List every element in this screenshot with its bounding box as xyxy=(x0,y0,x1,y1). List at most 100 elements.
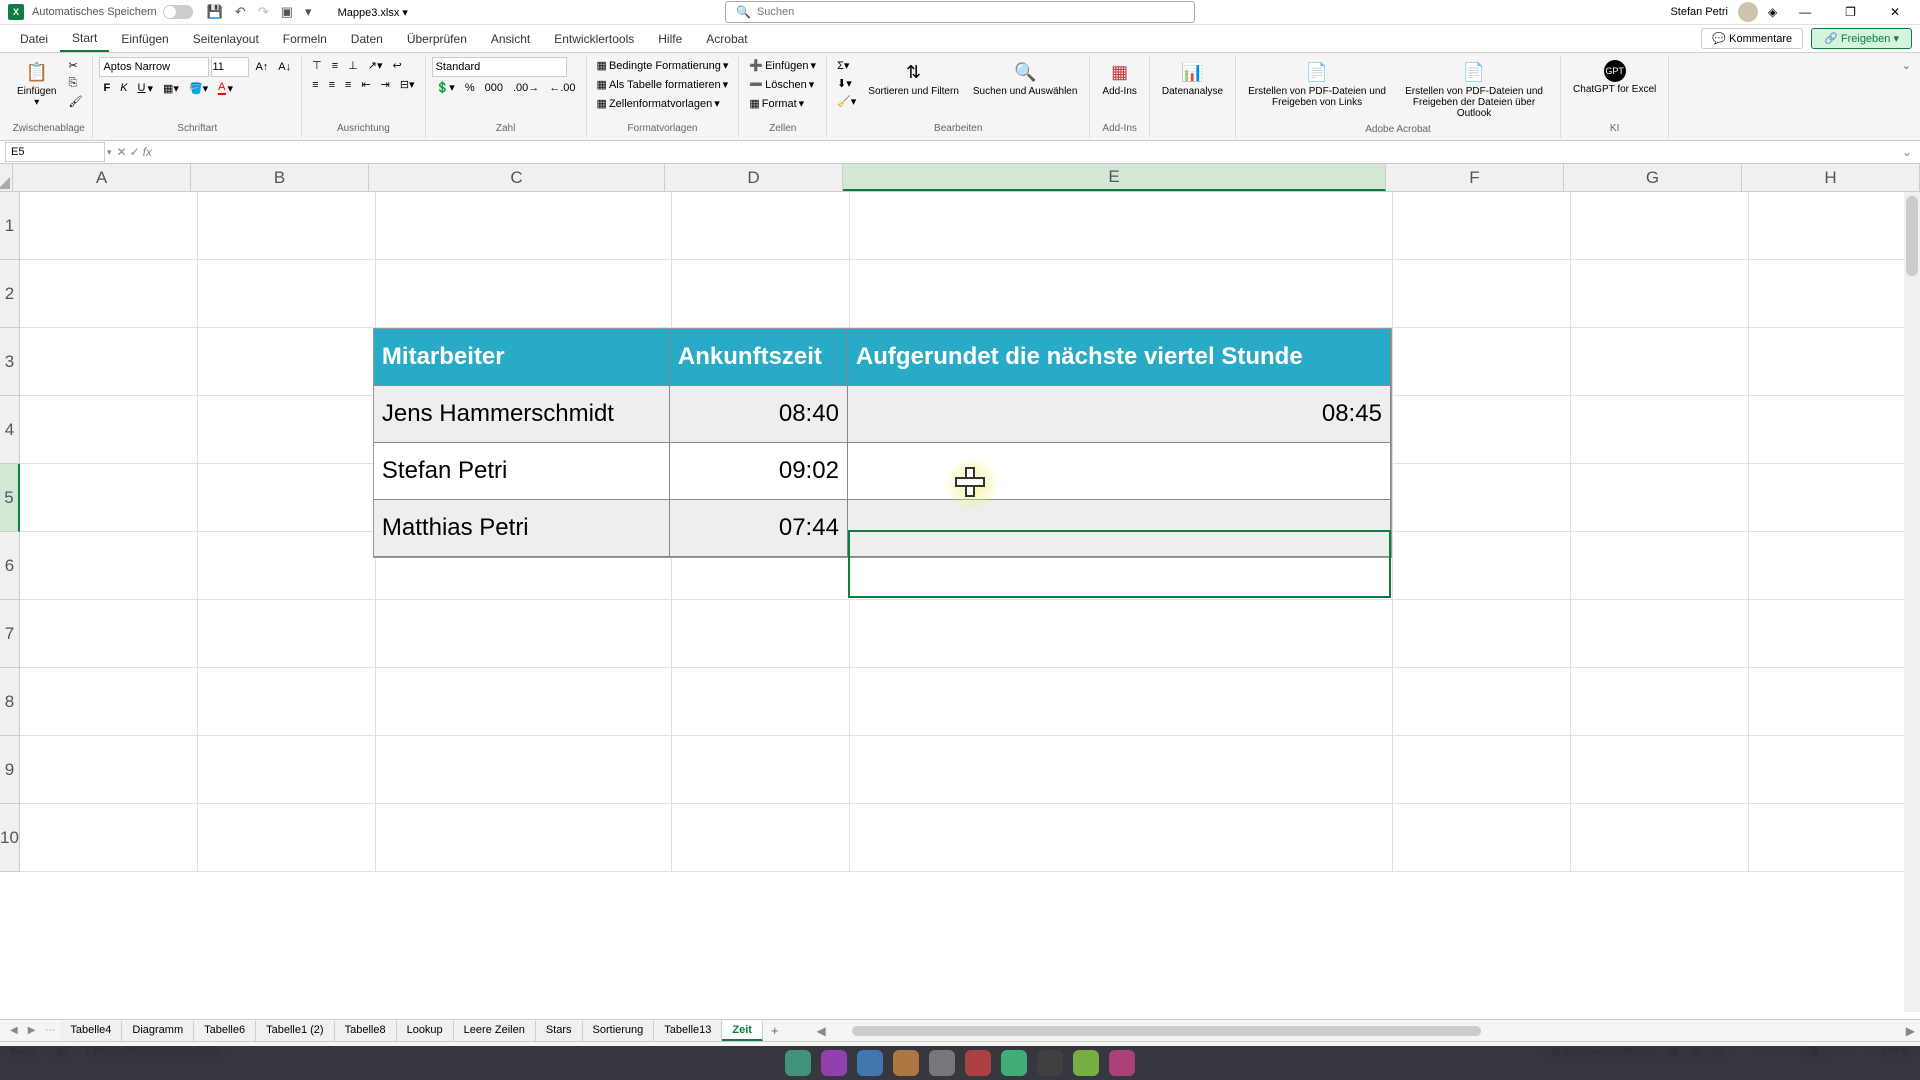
format-as-table-button[interactable]: ▦ Als Tabelle formatieren▾ xyxy=(593,76,733,93)
cell-e6[interactable] xyxy=(848,500,1391,557)
align-bottom-icon[interactable]: ⊥ xyxy=(344,57,362,74)
tab-start[interactable]: Start xyxy=(60,26,109,52)
enter-formula-icon[interactable]: ✓ xyxy=(130,145,140,159)
document-name[interactable]: Mappe3.xlsx ▾ xyxy=(338,6,408,19)
autosave-toggle[interactable] xyxy=(163,5,193,19)
save-icon[interactable]: 💾 xyxy=(201,1,229,23)
user-name[interactable]: Stefan Petri xyxy=(1670,6,1727,18)
kommentare-button[interactable]: 💬 Kommentare xyxy=(1701,28,1803,49)
row-header-7[interactable]: 7 xyxy=(0,600,20,668)
search-input[interactable] xyxy=(757,6,1184,18)
chatgpt-button[interactable]: GPTChatGPT for Excel xyxy=(1567,57,1662,98)
sheet-tab-tabelle1--2-[interactable]: Tabelle1 (2) xyxy=(256,1021,334,1041)
collapse-ribbon-icon[interactable]: ⌄ xyxy=(1902,59,1911,72)
minimize-button[interactable]: — xyxy=(1787,1,1823,23)
formula-input[interactable] xyxy=(157,142,1894,162)
column-header-b[interactable]: B xyxy=(191,164,369,191)
sheet-tab-leere-zeilen[interactable]: Leere Zeilen xyxy=(454,1021,536,1041)
comma-icon[interactable]: 000 xyxy=(481,80,507,96)
fx-icon[interactable]: fx xyxy=(143,145,152,159)
cell-d5[interactable]: 09:02 xyxy=(670,443,848,500)
horizontal-scrollbar[interactable]: ◀ ▶ xyxy=(817,1025,1915,1037)
increase-indent-icon[interactable]: ⇥ xyxy=(377,76,394,93)
sheet-tab-tabelle13[interactable]: Tabelle13 xyxy=(654,1021,722,1041)
tab-daten[interactable]: Daten xyxy=(339,27,395,51)
tab-seitenlayout[interactable]: Seitenlayout xyxy=(181,27,271,51)
autosum-icon[interactable]: Σ▾ xyxy=(833,57,860,74)
expand-formula-icon[interactable]: ⌄ xyxy=(1894,145,1920,159)
sheet-tab-lookup[interactable]: Lookup xyxy=(397,1021,454,1041)
orientation-icon[interactable]: ↗▾ xyxy=(364,57,387,74)
percent-icon[interactable]: % xyxy=(461,80,479,96)
sheet-tab-stars[interactable]: Stars xyxy=(536,1021,583,1041)
freigeben-button[interactable]: 🔗 Freigeben ▾ xyxy=(1811,28,1912,49)
font-family-select[interactable] xyxy=(99,57,209,77)
insert-cells-button[interactable]: ➕ Einfügen ▾ xyxy=(745,57,820,74)
font-size-select[interactable] xyxy=(211,57,249,77)
name-box[interactable] xyxy=(5,142,105,162)
wrap-text-icon[interactable]: ↩ xyxy=(389,57,406,74)
column-header-h[interactable]: H xyxy=(1742,164,1920,191)
row-header-10[interactable]: 10 xyxy=(0,804,20,872)
windows-taskbar[interactable] xyxy=(0,1046,1920,1080)
pdf-outlook-button[interactable]: 📄Erstellen von PDF-Dateien und Freigeben… xyxy=(1394,57,1554,122)
tab-acrobat[interactable]: Acrobat xyxy=(694,27,759,51)
user-avatar[interactable] xyxy=(1738,2,1758,22)
column-header-d[interactable]: D xyxy=(665,164,843,191)
tab-ueberpruefen[interactable]: Überprüfen xyxy=(395,27,479,51)
tab-datei[interactable]: Datei xyxy=(8,27,60,51)
sheet-nav-more[interactable]: ⋯ xyxy=(40,1023,60,1038)
sheet-tab-tabelle4[interactable]: Tabelle4 xyxy=(60,1021,122,1041)
column-header-c[interactable]: C xyxy=(369,164,665,191)
increase-font-icon[interactable]: A↑ xyxy=(251,59,272,75)
fill-color-icon[interactable]: 🪣▾ xyxy=(185,80,212,97)
cell-styles-button[interactable]: ▦ Zellenformatvorlagen▾ xyxy=(593,95,724,112)
close-button[interactable]: ✕ xyxy=(1878,1,1912,23)
column-header-e[interactable]: E xyxy=(843,164,1386,191)
format-painter-icon[interactable]: 🖌 xyxy=(64,93,86,110)
cell-c6[interactable]: Matthias Petri xyxy=(374,500,670,557)
borders-icon[interactable]: ▦▾ xyxy=(159,80,183,97)
header-ankunftszeit[interactable]: Ankunftszeit xyxy=(670,329,848,386)
align-right-icon[interactable]: ≡ xyxy=(341,77,355,93)
datenanalyse-button[interactable]: 📊Datenanalyse xyxy=(1156,57,1229,100)
camera-icon[interactable]: ▣ xyxy=(275,1,299,23)
fill-icon[interactable]: ⬇▾ xyxy=(833,75,860,92)
font-color-icon[interactable]: A▾ xyxy=(214,79,237,97)
increase-decimal-icon[interactable]: .00→ xyxy=(509,80,543,96)
merge-icon[interactable]: ⊟▾ xyxy=(396,76,419,93)
tab-entwicklertools[interactable]: Entwicklertools xyxy=(542,27,646,51)
row-header-9[interactable]: 9 xyxy=(0,736,20,804)
tab-einfuegen[interactable]: Einfügen xyxy=(109,27,180,51)
cell-c5[interactable]: Stefan Petri xyxy=(374,443,670,500)
column-header-g[interactable]: G xyxy=(1564,164,1742,191)
row-header-5[interactable]: 5 xyxy=(0,464,20,532)
column-header-a[interactable]: A xyxy=(13,164,191,191)
cancel-formula-icon[interactable]: ✕ xyxy=(117,145,127,159)
restore-button[interactable]: ❐ xyxy=(1833,1,1868,23)
row-header-8[interactable]: 8 xyxy=(0,668,20,736)
row-header-2[interactable]: 2 xyxy=(0,260,20,328)
decrease-indent-icon[interactable]: ⇤ xyxy=(357,76,374,93)
cell-c4[interactable]: Jens Hammerschmidt xyxy=(374,386,670,443)
sort-filter-button[interactable]: ⇅Sortieren und Filtern xyxy=(862,57,965,100)
sheet-tab-tabelle8[interactable]: Tabelle8 xyxy=(335,1021,397,1041)
cell-d4[interactable]: 08:40 xyxy=(670,386,848,443)
row-header-6[interactable]: 6 xyxy=(0,532,20,600)
currency-icon[interactable]: 💲▾ xyxy=(432,79,459,96)
cell-e5[interactable] xyxy=(848,443,1391,500)
decrease-decimal-icon[interactable]: ←.00 xyxy=(545,80,579,96)
underline-icon[interactable]: U▾ xyxy=(134,80,157,97)
row-header-4[interactable]: 4 xyxy=(0,396,20,464)
format-cells-button[interactable]: ▦ Format ▾ xyxy=(745,95,808,112)
paste-button[interactable]: 📋Einfügen▾ xyxy=(11,57,62,111)
bold-icon[interactable]: F xyxy=(99,80,114,96)
tab-formeln[interactable]: Formeln xyxy=(271,27,339,51)
spreadsheet-grid[interactable]: ABCDEFGH 12345678910 Mitarbeiter Ankunft… xyxy=(0,164,1920,1019)
tab-ansicht[interactable]: Ansicht xyxy=(479,27,542,51)
cell-d6[interactable]: 07:44 xyxy=(670,500,848,557)
sheet-tab-zeit[interactable]: Zeit xyxy=(722,1021,763,1041)
header-mitarbeiter[interactable]: Mitarbeiter xyxy=(374,329,670,386)
align-center-icon[interactable]: ≡ xyxy=(325,77,339,93)
select-all-cell[interactable] xyxy=(0,164,13,191)
